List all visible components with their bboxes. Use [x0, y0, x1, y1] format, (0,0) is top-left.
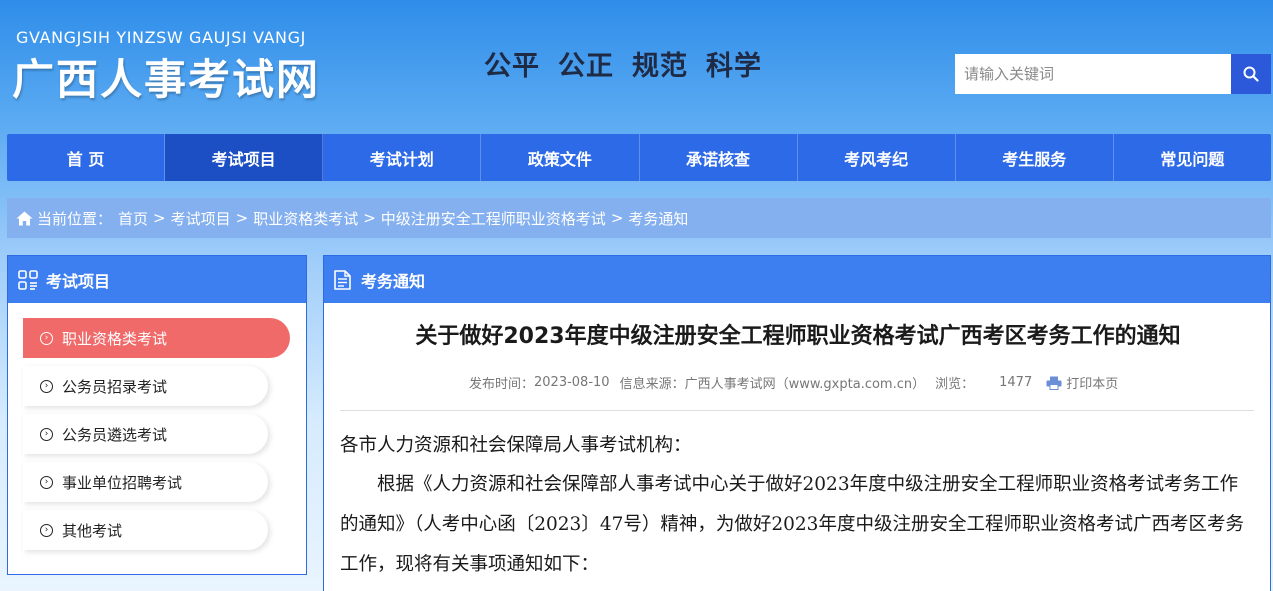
article-paragraph: 各市人力资源和社会保障局人事考试机构：	[340, 435, 692, 456]
sidebar-item-civil-servant-recruit[interactable]: › 公务员招录考试	[23, 366, 268, 406]
main-nav: 首 页 考试项目 考试计划 政策文件 承诺核查 考风考纪 考生服务 常见问题	[7, 134, 1271, 181]
chevron-right-icon: ›	[40, 331, 53, 345]
sidebar-item-qualification[interactable]: › 职业资格类考试	[23, 318, 290, 358]
views-label: 浏览：	[935, 377, 975, 392]
site-logo[interactable]: 广西人事考试网	[12, 46, 320, 107]
search-input[interactable]	[955, 54, 1231, 94]
nav-item-home[interactable]: 首 页	[7, 134, 166, 181]
sidebar-list: › 职业资格类考试 › 公务员招录考试 › 公务员遴选考试 › 事业单位招聘考试…	[8, 303, 306, 550]
chevron-right-icon: ›	[40, 379, 53, 393]
main-content: 考务通知 关于做好2023年度中级注册安全工程师职业资格考试广西考区考务工作的通…	[323, 255, 1271, 591]
chevron-right-icon: ›	[40, 523, 53, 537]
article-title: 关于做好2023年度中级注册安全工程师职业资格考试广西考区考务工作的通知	[415, 324, 1181, 349]
breadcrumb-prefix: 当前位置：	[37, 209, 113, 228]
slogan-word: 公正	[558, 51, 614, 82]
search-icon	[1243, 66, 1259, 82]
source-label: 信息来源：	[619, 377, 685, 392]
main-header: 考务通知	[324, 256, 1270, 303]
nav-item-candidate-service[interactable]: 考生服务	[956, 134, 1114, 181]
publish-date: 2023-08-10	[534, 375, 610, 390]
print-label: 打印本页	[1066, 377, 1119, 392]
article-body: 各市人力资源和社会保障局人事考试机构： 根据《人力资源和社会保障部人事考试中心关…	[340, 431, 1254, 585]
printer-icon	[1046, 376, 1062, 390]
nav-item-exam-projects[interactable]: 考试项目	[165, 134, 324, 181]
sidebar: 考试项目 › 职业资格类考试 › 公务员招录考试 › 公务员遴选考试 › 事业单…	[7, 255, 307, 575]
sidebar-item-label: 其他考试	[62, 521, 123, 540]
breadcrumb-separator: >	[153, 209, 166, 227]
nav-item-discipline[interactable]: 考风考纪	[798, 134, 956, 181]
search-box	[955, 54, 1271, 94]
sidebar-item-other[interactable]: › 其他考试	[23, 510, 268, 550]
divider	[340, 410, 1254, 411]
breadcrumb-link-safety-engineer[interactable]: 中级注册安全工程师职业资格考试	[381, 208, 606, 229]
nav-item-commitment-check[interactable]: 承诺核查	[640, 134, 798, 181]
document-icon	[334, 269, 351, 290]
search-button[interactable]	[1231, 54, 1271, 94]
slogan-word: 规范	[632, 51, 688, 82]
chevron-right-icon: ›	[40, 427, 53, 441]
site-title-en: GVANGJSIH YINZSW GAUJSI VANGJ	[16, 28, 306, 47]
sidebar-item-label: 公务员招录考试	[62, 377, 168, 396]
sidebar-title: 考试项目	[46, 271, 111, 291]
home-icon	[16, 211, 33, 225]
chevron-right-icon: ›	[40, 475, 53, 489]
sidebar-header: 考试项目	[8, 256, 306, 303]
views-count: 1477	[999, 375, 1033, 390]
sidebar-item-label: 职业资格类考试	[62, 329, 168, 348]
grid-icon	[18, 269, 38, 290]
section-title: 考务通知	[361, 271, 426, 291]
nav-item-exam-plan[interactable]: 考试计划	[323, 134, 482, 181]
article-meta: 发布时间： 2023-08-10 信息来源： 广西人事考试网（www.gxpta…	[469, 373, 1118, 392]
breadcrumb-separator: >	[235, 209, 249, 227]
breadcrumb-link-home[interactable]: 首页	[118, 208, 148, 229]
site-header: GVANGJSIH YINZSW GAUJSI VANGJ 广西人事考试网 公平…	[0, 0, 1273, 130]
source-value: 广西人事考试网（www.gxpta.com.cn）	[684, 377, 926, 392]
nav-item-policy[interactable]: 政策文件	[481, 134, 640, 181]
breadcrumb: 当前位置： 首页 > 考试项目 > 职业资格类考试 > 中级注册安全工程师职业资…	[7, 198, 1271, 238]
slogan-word: 公平	[484, 51, 540, 82]
breadcrumb-link-exam-projects[interactable]: 考试项目	[171, 208, 231, 229]
sidebar-item-label: 事业单位招聘考试	[62, 473, 183, 492]
breadcrumb-link-notice[interactable]: 考务通知	[628, 208, 688, 229]
breadcrumb-link-qualification[interactable]: 职业资格类考试	[253, 208, 358, 229]
article-paragraph: 根据《人力资源和社会保障部人事考试中心关于做好2023年度中级注册安全工程师职业…	[340, 474, 1244, 575]
slogan: 公平 公正 规范 科学	[484, 44, 780, 83]
breadcrumb-separator: >	[610, 209, 624, 227]
sidebar-item-label: 公务员遴选考试	[62, 425, 168, 444]
print-button[interactable]: 打印本页	[1046, 373, 1118, 392]
slogan-word: 科学	[706, 51, 762, 82]
breadcrumb-separator: >	[363, 209, 376, 227]
nav-item-faq[interactable]: 常见问题	[1114, 134, 1271, 181]
sidebar-item-civil-servant-selection[interactable]: › 公务员遴选考试	[23, 414, 268, 454]
sidebar-item-public-institution[interactable]: › 事业单位招聘考试	[23, 462, 268, 502]
publish-label: 发布时间：	[469, 377, 535, 392]
